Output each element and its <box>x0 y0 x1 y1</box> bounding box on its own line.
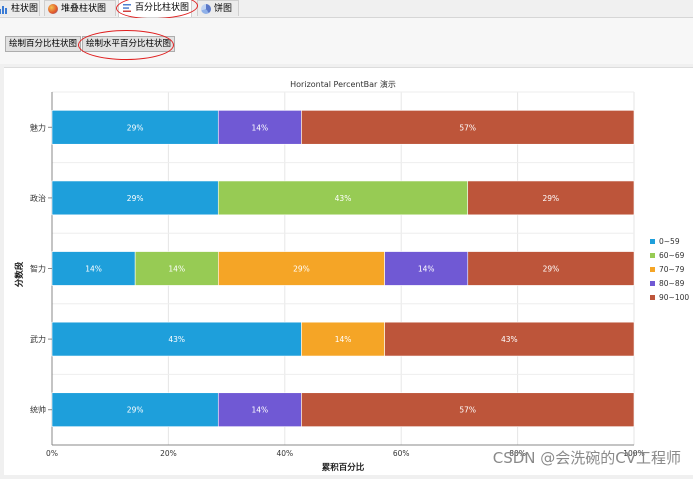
legend-label: 90~100 <box>659 293 689 302</box>
watermark: CSDN @会洗碗的CV工程师 <box>492 449 681 467</box>
bar-data-label: 14% <box>252 123 269 132</box>
percent-bar-chart: Horizontal PercentBar 演示0% 20% 40% 60% 80% 10… <box>14 79 689 473</box>
tab-stacked-bar-chart[interactable]: 堆叠柱状图 <box>44 0 116 16</box>
bar-data-label: 29% <box>543 194 560 203</box>
tab-label: 堆叠柱状图 <box>61 4 107 14</box>
bar-data-label: 29% <box>127 123 144 132</box>
draw-horizontal-percent-bar-button[interactable]: 绘制水平百分比柱状图 <box>82 36 176 52</box>
legend-label: 60~69 <box>659 251 685 260</box>
legend-swatch <box>650 253 655 258</box>
legend-swatch <box>650 267 655 272</box>
legend-swatch <box>650 295 655 300</box>
tab-bar: 柱状图 堆叠柱状图 百分比柱状图 饼图 <box>0 0 693 18</box>
x-tick-label: 20% <box>160 449 177 458</box>
bar-data-label: 14% <box>418 265 435 274</box>
bar-data-label: 57% <box>459 123 476 132</box>
x-tick-label: 0% <box>46 449 58 458</box>
y-tick-label: 武力 <box>30 334 46 344</box>
legend-swatch <box>650 239 655 244</box>
tab-label: 柱状图 <box>11 4 39 14</box>
chart-panel: Horizontal PercentBar 演示 0% 20% 40% 60% 80% 10… <box>4 67 693 475</box>
stacked-bar-chart-icon <box>48 4 58 14</box>
pie-chart-icon <box>201 4 211 14</box>
toolbar: 绘制百分比柱状图 绘制水平百分比柱状图 <box>0 18 693 64</box>
bar-chart-icon <box>0 4 8 14</box>
legend-label: 0~59 <box>659 237 680 246</box>
bar-data-label: 14% <box>85 265 102 274</box>
x-axis-label: 累积百分比 <box>322 462 365 473</box>
bar-data-label: 14% <box>168 265 185 274</box>
percent-bar-chart-icon <box>122 3 132 13</box>
bar-data-label: 57% <box>459 406 476 415</box>
tab-label: 饼图 <box>214 4 233 14</box>
x-tick-label: 60% <box>393 449 410 458</box>
chart-title: Horizontal PercentBar 演示 <box>290 79 396 89</box>
y-tick-label: 统帅 <box>30 405 46 415</box>
bar-data-label: 43% <box>168 335 185 344</box>
bar-data-label: 29% <box>293 265 310 274</box>
tab-label: 百分比柱状图 <box>135 3 190 13</box>
bar-data-label: 43% <box>501 335 518 344</box>
legend-label: 70~79 <box>659 265 685 274</box>
y-tick-label: 政治 <box>30 193 46 203</box>
bar-data-label: 43% <box>335 194 352 203</box>
y-tick-label: 魅力 <box>30 122 46 132</box>
bar-data-label: 14% <box>335 335 352 344</box>
legend-label: 80~89 <box>659 279 685 288</box>
bar-data-label: 29% <box>127 194 144 203</box>
tab-percent-bar-chart[interactable]: 百分比柱状图 <box>118 0 192 17</box>
y-tick-label: 智力 <box>30 264 46 274</box>
tab-bar-chart[interactable]: 柱状图 <box>0 0 40 16</box>
x-tick-label: 40% <box>276 449 293 458</box>
draw-percent-bar-button[interactable]: 绘制百分比柱状图 <box>5 36 82 52</box>
bar-data-label: 14% <box>252 406 269 415</box>
y-axis-label: 分数段 <box>14 261 25 287</box>
legend-swatch <box>650 281 655 286</box>
bar-data-label: 29% <box>127 406 144 415</box>
bar-data-label: 29% <box>543 265 560 274</box>
tab-pie-chart[interactable]: 饼图 <box>197 0 239 16</box>
